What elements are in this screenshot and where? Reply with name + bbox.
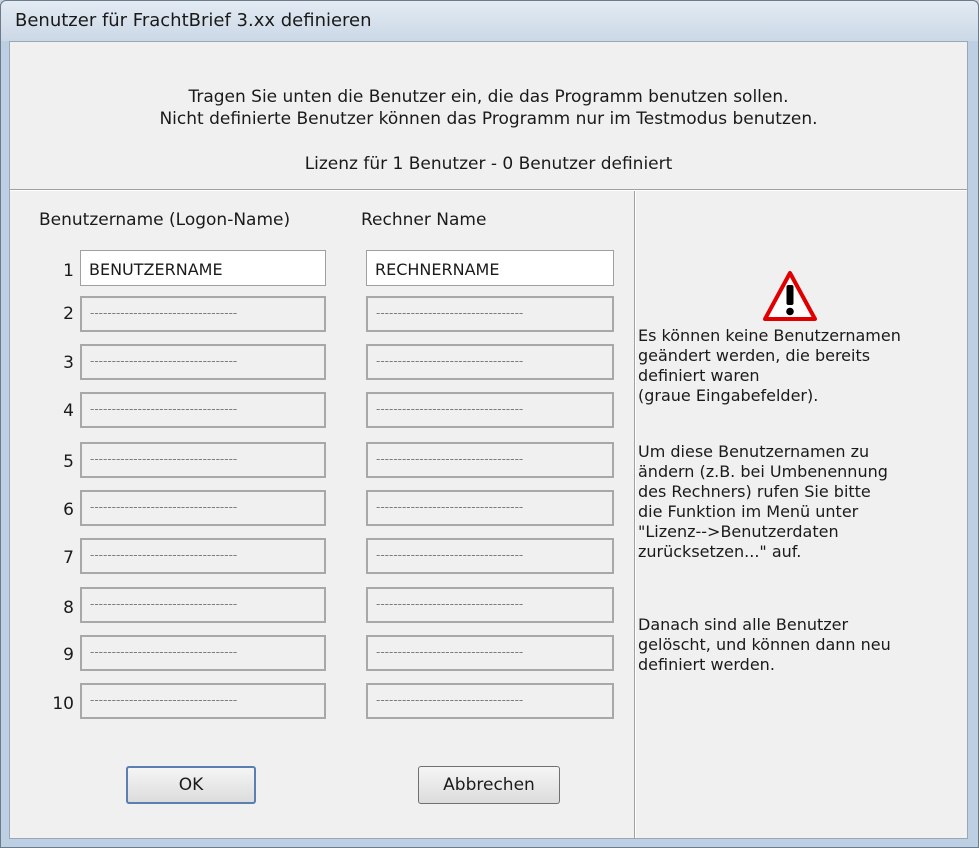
dialog-window: Benutzer für FrachtBrief 3.xx definieren… xyxy=(0,0,979,848)
computer-name-field-disabled: ---------------------------------- xyxy=(366,490,614,526)
computer-name-field-disabled: ---------------------------------- xyxy=(366,635,614,671)
info-text-line: Es können keine Benutzernamen xyxy=(638,326,901,345)
computer-name-field-disabled: ---------------------------------- xyxy=(366,683,614,719)
computer-name-field-disabled: ---------------------------------- xyxy=(366,587,614,623)
computer-name-field-disabled: ---------------------------------- xyxy=(366,392,614,428)
dialog-client-area: Tragen Sie unten die Benutzer ein, die d… xyxy=(9,41,968,839)
username-field-disabled: ---------------------------------- xyxy=(80,683,326,719)
computer-column-header: Rechner Name xyxy=(361,210,487,230)
row-number: 2 xyxy=(63,304,74,324)
window-title: Benutzer für FrachtBrief 3.xx definieren xyxy=(15,10,372,31)
intro-line-2: Nicht definierte Benutzer können das Pro… xyxy=(159,109,818,129)
info-paragraph-2: Um diese Benutzernamen zu ändern (z.B. b… xyxy=(638,442,964,562)
info-paragraph-3: Danach sind alle Benutzer gelöscht, und … xyxy=(638,615,964,675)
username-field-disabled: ---------------------------------- xyxy=(80,538,326,574)
computer-name-field-disabled: ---------------------------------- xyxy=(366,442,614,478)
info-text-line: die Funktion im Menü unter xyxy=(638,502,859,521)
username-field[interactable]: BENUTZERNAME xyxy=(80,250,326,286)
info-text-line: "Lizenz-->Benutzerdaten xyxy=(638,522,839,541)
row-number: 8 xyxy=(63,598,74,618)
title-bar[interactable]: Benutzer für FrachtBrief 3.xx definieren xyxy=(1,1,978,41)
row-number: 3 xyxy=(63,353,74,373)
info-paragraph-1: Es können keine Benutzernamen geändert w… xyxy=(638,326,964,406)
row-number: 10 xyxy=(52,694,74,714)
info-text-line: Um diese Benutzernamen zu xyxy=(638,442,870,461)
intro-text: Tragen Sie unten die Benutzer ein, die d… xyxy=(10,86,967,130)
row-number: 7 xyxy=(63,548,74,568)
row-number: 9 xyxy=(63,645,74,665)
info-text-line: ändern (z.B. bei Umbenennung xyxy=(638,462,888,481)
row-number: 1 xyxy=(63,261,74,281)
username-field-disabled: ---------------------------------- xyxy=(80,635,326,671)
username-field-disabled: ---------------------------------- xyxy=(80,392,326,428)
info-text-line: zurücksetzen..." auf. xyxy=(638,542,802,561)
cancel-button[interactable]: Abbrechen xyxy=(418,766,560,804)
info-text-line: (graue Eingabefelder). xyxy=(638,386,819,405)
info-text-line: definiert werden. xyxy=(638,655,775,674)
username-column-header: Benutzername (Logon-Name) xyxy=(39,210,291,230)
info-text-line: definiert waren xyxy=(638,366,760,385)
horizontal-divider xyxy=(10,189,967,191)
row-number: 5 xyxy=(63,452,74,472)
ok-button[interactable]: OK xyxy=(126,766,256,804)
warning-triangle-icon xyxy=(763,271,817,321)
vertical-divider xyxy=(634,191,636,838)
row-number: 4 xyxy=(63,401,74,421)
row-number: 6 xyxy=(63,500,74,520)
computer-name-field[interactable]: RECHNERNAME xyxy=(366,250,614,286)
computer-name-field-disabled: ---------------------------------- xyxy=(366,296,614,332)
username-field-disabled: ---------------------------------- xyxy=(80,490,326,526)
username-field-disabled: ---------------------------------- xyxy=(80,296,326,332)
username-field-disabled: ---------------------------------- xyxy=(80,442,326,478)
info-text-line: Danach sind alle Benutzer xyxy=(638,615,849,634)
username-field-disabled: ---------------------------------- xyxy=(80,344,326,380)
license-status: Lizenz für 1 Benutzer - 0 Benutzer defin… xyxy=(304,154,673,174)
info-text-line: des Rechners) rufen Sie bitte xyxy=(638,482,871,501)
info-text-line: gelöscht, und können dann neu xyxy=(638,635,891,654)
computer-name-field-disabled: ---------------------------------- xyxy=(366,538,614,574)
computer-name-field-disabled: ---------------------------------- xyxy=(366,344,614,380)
username-field-disabled: ---------------------------------- xyxy=(80,587,326,623)
info-text-line: geändert werden, die bereits xyxy=(638,346,871,365)
intro-line-1: Tragen Sie unten die Benutzer ein, die d… xyxy=(188,87,789,107)
